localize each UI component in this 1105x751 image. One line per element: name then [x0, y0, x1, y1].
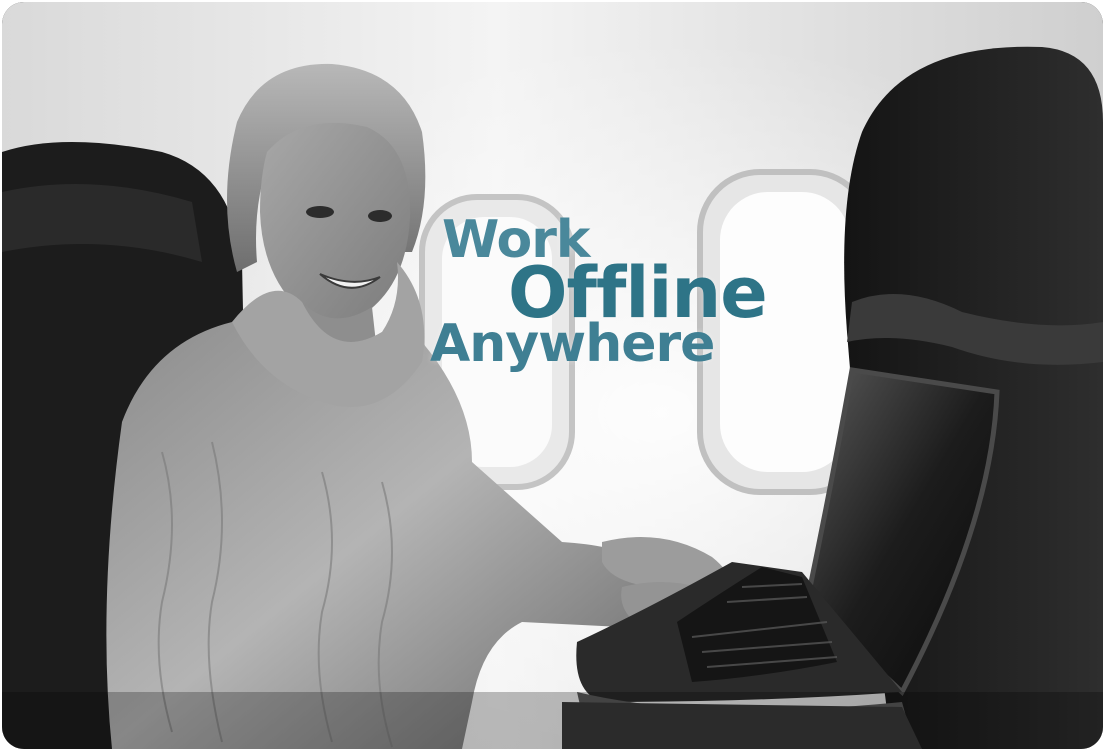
headline-anywhere: Anywhere	[430, 314, 715, 374]
headline: Work Offline Anywhere	[430, 214, 850, 370]
airplane-cabin-photo	[2, 2, 1103, 749]
banner-frame: Work Offline Anywhere	[2, 2, 1103, 749]
